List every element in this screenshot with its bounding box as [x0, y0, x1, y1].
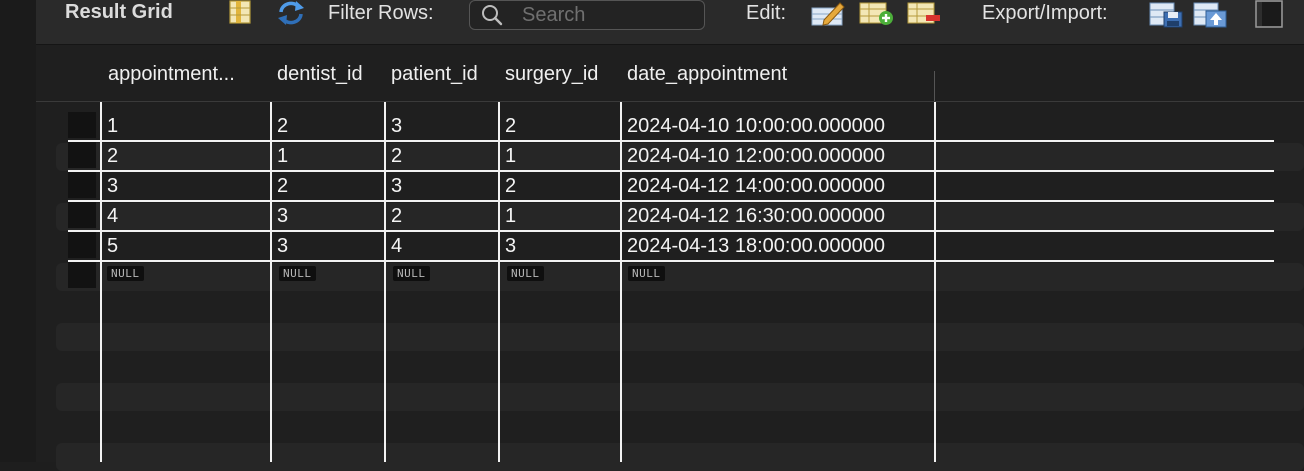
header-divider: [36, 101, 1304, 102]
column-header-surgery-id[interactable]: surgery_id: [499, 57, 621, 102]
cell-date-appointment[interactable]: 2024-04-10 12:00:00.000000: [622, 140, 885, 170]
row-selector[interactable]: [68, 172, 96, 198]
search-input[interactable]: [520, 2, 699, 28]
cell-date-appointment[interactable]: 2024-04-10 10:00:00.000000: [622, 110, 885, 140]
cell-surgery-id[interactable]: 3: [500, 230, 516, 260]
cell-dentist-id[interactable]: 2: [272, 170, 288, 200]
cell-surgery-id[interactable]: 1: [500, 200, 516, 230]
column-header-dentist-id[interactable]: dentist_id: [271, 57, 385, 102]
filter-rows-label: Filter Rows:: [328, 2, 434, 24]
left-gutter: [0, 0, 36, 462]
cell-patient-id[interactable]: 3: [386, 110, 402, 140]
cell-patient-id[interactable]: 4: [386, 230, 402, 260]
null-badge[interactable]: NULL: [107, 266, 144, 281]
null-badge[interactable]: NULL: [393, 266, 430, 281]
delete-row-icon[interactable]: [906, 0, 942, 31]
export-import-label: Export/Import:: [982, 2, 1108, 24]
cell-surgery-id[interactable]: 2: [500, 170, 516, 200]
cell-date-appointment[interactable]: 2024-04-12 16:30:00.000000: [622, 200, 885, 230]
table-row[interactable]: 3 2 3 2 2024-04-12 14:00:00.000000: [36, 170, 1304, 200]
edit-label: Edit:: [746, 2, 787, 24]
row-stripe: [56, 383, 1304, 411]
cell-appointment-id[interactable]: 1: [102, 110, 118, 140]
row-selector[interactable]: [68, 142, 96, 168]
search-icon: [481, 4, 503, 31]
cell-dentist-id[interactable]: 1: [272, 140, 288, 170]
cell-appointment-id[interactable]: 4: [102, 200, 118, 230]
row-selector[interactable]: [68, 262, 96, 288]
cell-dentist-id[interactable]: 2: [272, 110, 288, 140]
table-row[interactable]: 5 3 4 3 2024-04-13 18:00:00.000000: [36, 230, 1304, 260]
cell-appointment-id[interactable]: 5: [102, 230, 118, 260]
null-badge[interactable]: NULL: [279, 266, 316, 281]
column-header-patient-id[interactable]: patient_id: [385, 57, 499, 102]
cell-date-appointment[interactable]: 2024-04-13 18:00:00.000000: [622, 230, 885, 260]
row-selector[interactable]: [68, 232, 96, 258]
cell-appointment-id[interactable]: 2: [102, 140, 118, 170]
row-stripe: [56, 323, 1304, 351]
import-icon[interactable]: [1192, 0, 1228, 33]
export-icon[interactable]: [1148, 0, 1184, 33]
add-row-icon[interactable]: [858, 0, 894, 31]
table-row[interactable]: 2 1 2 1 2024-04-10 12:00:00.000000: [36, 140, 1304, 170]
row-stripe: [56, 443, 1304, 471]
table-row[interactable]: 4 3 2 1 2024-04-12 16:30:00.000000: [36, 200, 1304, 230]
column-header-date-appointment[interactable]: date_appointment: [621, 57, 935, 102]
cell-date-appointment[interactable]: 2024-04-12 14:00:00.000000: [622, 170, 885, 200]
new-row[interactable]: NULL NULL NULL NULL NULL: [36, 260, 1304, 290]
cell-patient-id[interactable]: 3: [386, 170, 402, 200]
row-selector[interactable]: [68, 202, 96, 228]
column-header-row: appointment... dentist_id patient_id sur…: [36, 57, 1304, 102]
column-separator[interactable]: [934, 71, 935, 101]
null-badge[interactable]: NULL: [628, 266, 665, 281]
cell-surgery-id[interactable]: 2: [500, 110, 516, 140]
edit-row-icon[interactable]: [810, 0, 846, 31]
cell-patient-id[interactable]: 2: [386, 140, 402, 170]
cell-patient-id[interactable]: 2: [386, 200, 402, 230]
grid-columns-icon[interactable]: [228, 0, 252, 29]
filter-rows-search[interactable]: [469, 0, 705, 30]
null-badge[interactable]: NULL: [507, 266, 544, 281]
cell-dentist-id[interactable]: 3: [272, 230, 288, 260]
refresh-icon[interactable]: [276, 0, 306, 31]
result-grid-title: Result Grid: [65, 1, 173, 23]
cell-appointment-id[interactable]: 3: [102, 170, 118, 200]
cell-dentist-id[interactable]: 3: [272, 200, 288, 230]
cell-surgery-id[interactable]: 1: [500, 140, 516, 170]
panel-toggle-icon[interactable]: [1255, 0, 1283, 33]
column-header-appointment[interactable]: appointment...: [102, 57, 272, 102]
result-grid: appointment... dentist_id patient_id sur…: [36, 45, 1304, 471]
table-row[interactable]: 1 2 3 2 2024-04-10 10:00:00.000000: [36, 110, 1304, 140]
row-selector[interactable]: [68, 112, 96, 138]
result-grid-toolbar: Result Grid Filter Rows: Edit:: [36, 0, 1304, 45]
